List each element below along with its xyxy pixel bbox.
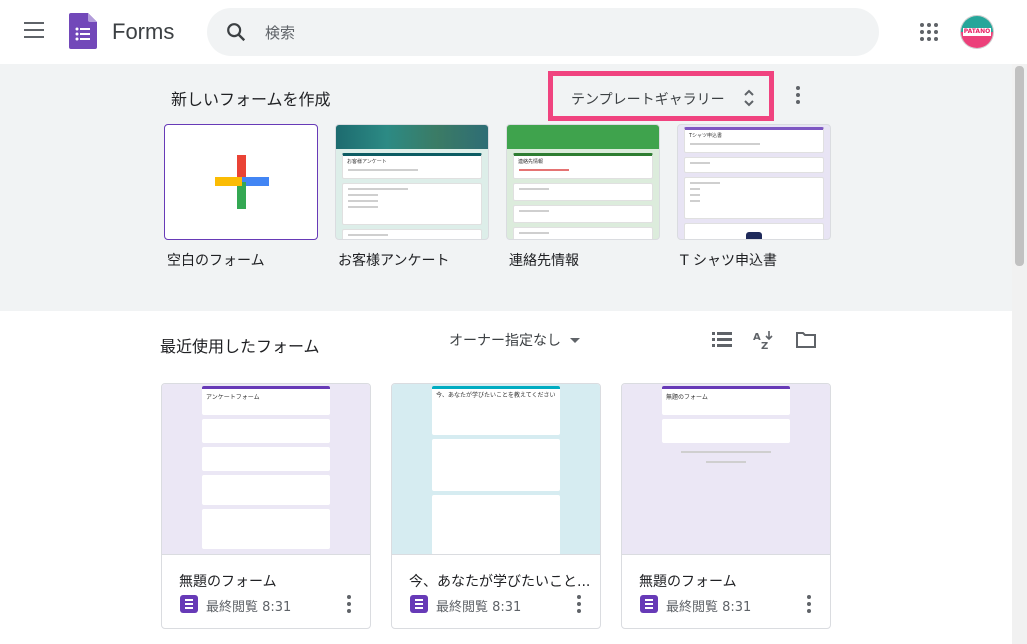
- dropdown-arrow-icon[interactable]: [570, 338, 580, 343]
- new-form-heading: 新しいフォームを作成: [171, 90, 331, 109]
- vertical-scrollbar[interactable]: [1012, 64, 1027, 644]
- search-input[interactable]: [263, 20, 847, 46]
- top-app-bar: Forms PATANO: [0, 0, 1027, 64]
- search-bar[interactable]: [207, 8, 879, 56]
- thumb-title: Tシャツ申込書: [689, 133, 723, 139]
- template-customer-survey-card[interactable]: お客様アンケート: [335, 124, 489, 240]
- forms-icon: [640, 595, 658, 613]
- recent-form-card[interactable]: 無題のフォーム 無題のフォーム 最終閲覧 8:31: [621, 383, 831, 629]
- svg-text:Z: Z: [761, 341, 768, 351]
- search-icon[interactable]: [225, 21, 247, 43]
- template-contact-info-label[interactable]: 連絡先情報: [509, 250, 579, 270]
- folder-icon[interactable]: [795, 329, 817, 351]
- scrollbar-thumb[interactable]: [1015, 66, 1024, 266]
- more-options-icon[interactable]: [344, 595, 354, 615]
- form-title[interactable]: 今、あなたが学びたいこと...: [409, 571, 590, 591]
- template-blank-card[interactable]: [164, 124, 318, 240]
- last-opened: 最終閲覧 8:31: [666, 600, 752, 615]
- avatar-text: PATANO: [963, 28, 991, 35]
- google-apps-icon[interactable]: [920, 23, 938, 41]
- recent-form-card[interactable]: アンケートフォーム 無題のフォーム 最終閲覧 8:31: [161, 383, 371, 629]
- template-tshirt-label[interactable]: T シャツ申込書: [680, 250, 777, 270]
- template-gallery-button[interactable]: テンプレートギャラリー: [548, 71, 774, 121]
- template-gallery-section: 新しいフォームを作成 テンプレートギャラリー 空白のフォーム お客様アンケート …: [0, 64, 1012, 311]
- thumb-title: 今、あなたが学びたいことを教えてください: [436, 392, 556, 399]
- forms-icon: [180, 595, 198, 613]
- more-options-icon[interactable]: [788, 86, 808, 106]
- template-tshirt-card[interactable]: Tシャツ申込書: [677, 124, 831, 240]
- template-contact-info-card[interactable]: 連絡先情報: [506, 124, 660, 240]
- thumb-title: 無題のフォーム: [666, 394, 708, 401]
- template-blank-label[interactable]: 空白のフォーム: [167, 250, 265, 270]
- forms-icon: [410, 595, 428, 613]
- last-opened: 最終閲覧 8:31: [206, 600, 292, 615]
- unfold-more-icon: [744, 89, 754, 107]
- form-title[interactable]: 無題のフォーム: [179, 571, 277, 591]
- sort-az-icon[interactable]: A Z: [752, 329, 774, 351]
- main-menu-icon[interactable]: [24, 22, 44, 38]
- thumb-title: アンケートフォーム: [206, 394, 260, 401]
- form-thumbnail: 今、あなたが学びたいことを教えてください: [392, 384, 600, 554]
- form-title[interactable]: 無題のフォーム: [639, 571, 737, 591]
- thumb-title: 連絡先情報: [518, 159, 544, 165]
- template-customer-survey-label[interactable]: お客様アンケート: [338, 250, 449, 270]
- recent-forms-heading: 最近使用したフォーム: [160, 337, 320, 356]
- svg-text:A: A: [753, 332, 761, 343]
- more-options-icon[interactable]: [574, 595, 584, 615]
- list-view-icon[interactable]: [711, 329, 733, 351]
- last-opened: 最終閲覧 8:31: [436, 600, 522, 615]
- add-icon: [215, 155, 269, 209]
- thumb-title: お客様アンケート: [347, 159, 387, 165]
- recent-form-card[interactable]: 今、あなたが学びたいことを教えてください 今、あなたが学びたいこと... 最終閲…: [391, 383, 601, 629]
- more-options-icon[interactable]: [804, 595, 814, 615]
- form-thumbnail: 無題のフォーム: [622, 384, 830, 554]
- form-thumbnail: アンケートフォーム: [162, 384, 370, 554]
- owner-filter-dropdown[interactable]: オーナー指定なし: [449, 330, 561, 350]
- account-avatar[interactable]: PATANO: [960, 15, 994, 49]
- template-gallery-label: テンプレートギャラリー: [571, 92, 725, 108]
- forms-logo-icon[interactable]: [69, 13, 97, 49]
- app-name[interactable]: Forms: [112, 19, 174, 45]
